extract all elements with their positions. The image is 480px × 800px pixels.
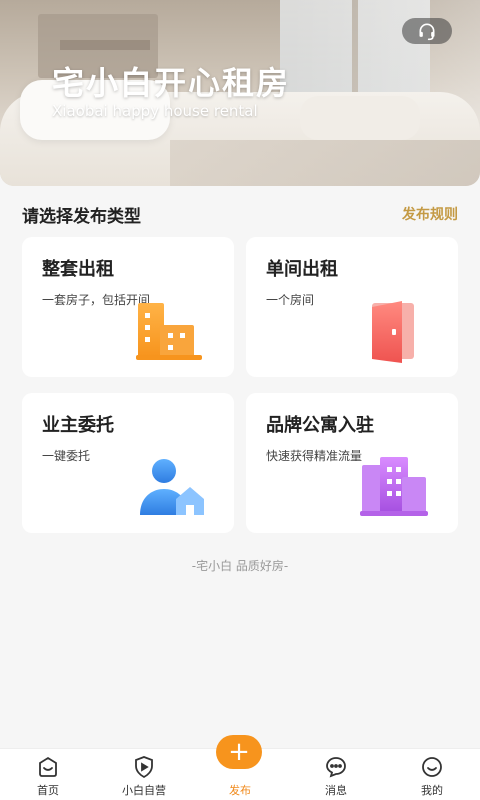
customer-service-button[interactable]: [402, 18, 452, 44]
banner-title: 宅小白开心租房: [52, 64, 291, 102]
building-icon: [136, 303, 202, 360]
plus-icon: +: [216, 735, 262, 769]
publish-rules-link[interactable]: 发布规则: [402, 204, 458, 224]
card-title: 整套出租: [42, 259, 114, 280]
card-title: 业主委托: [42, 415, 114, 436]
tab-publish[interactable]: + 发布: [192, 735, 288, 800]
card-owner-entrust[interactable]: 业主委托 一键委托: [22, 393, 234, 533]
banner-subtitle: Xiaobai happy house rental: [52, 102, 258, 120]
card-desc: 一个房间: [266, 293, 315, 307]
section-title: 请选择发布类型: [22, 207, 141, 227]
apartment-icon: [360, 457, 428, 516]
bottom-tab-bar: 首页 小白自营 + 发布 消息 我的: [0, 735, 480, 800]
banner-pillow-secondary: [300, 96, 420, 140]
tab-home[interactable]: 首页: [0, 749, 96, 800]
card-title: 单间出租: [266, 259, 338, 280]
tab-mine[interactable]: 我的: [384, 749, 480, 800]
tab-label: 我的: [421, 784, 443, 797]
brand-tagline: -宅小白 品质好房-: [191, 559, 289, 573]
door-icon: [372, 301, 414, 363]
tab-label: 首页: [37, 784, 59, 797]
smile-icon: [422, 757, 442, 777]
chat-icon: [326, 757, 346, 778]
owner-house-icon: [140, 459, 204, 515]
card-desc: 一键委托: [42, 449, 91, 463]
tab-messages[interactable]: 消息: [288, 749, 384, 800]
tab-label: 发布: [229, 784, 251, 797]
shield-play-icon: [135, 756, 153, 779]
headset-icon: [419, 23, 435, 41]
tab-label: 小白自营: [122, 784, 166, 797]
card-title: 品牌公寓入驻: [266, 415, 374, 436]
tab-label: 消息: [325, 784, 347, 797]
tab-self-operated[interactable]: 小白自营: [96, 749, 192, 800]
banner-shelf-board: [60, 40, 150, 50]
banner-blanket: [170, 140, 480, 186]
home-icon: [39, 756, 57, 777]
card-brand-apartment[interactable]: 品牌公寓入驻 快速获得精准流量: [246, 393, 458, 533]
card-single-room-rent[interactable]: 单间出租 一个房间: [246, 237, 458, 377]
hero-banner: 宅小白开心租房 Xiaobai happy house rental: [0, 0, 480, 186]
card-whole-rent[interactable]: 整套出租 一套房子，包括开间: [22, 237, 234, 377]
card-desc: 快速获得精准流量: [266, 449, 363, 463]
